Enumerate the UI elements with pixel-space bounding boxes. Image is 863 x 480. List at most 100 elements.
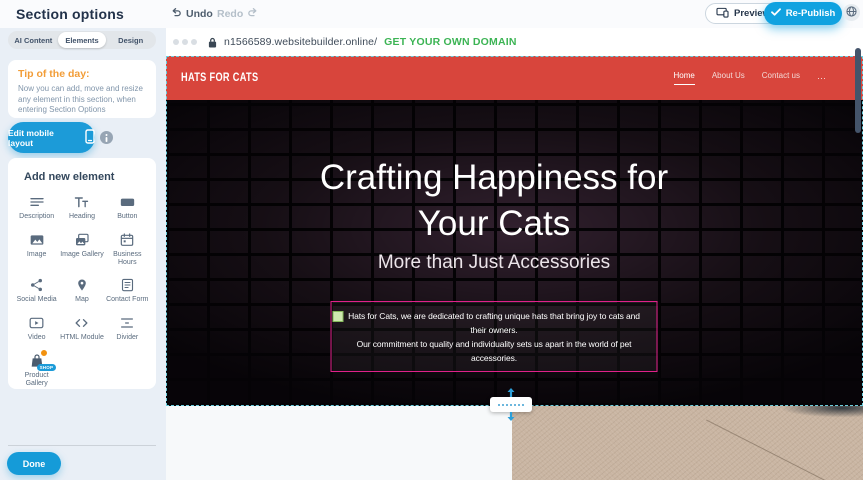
element-label: Contact Form (106, 296, 148, 304)
redo-icon (247, 7, 258, 21)
element-item-business-hours[interactable]: Business Hours (105, 232, 150, 267)
tab-elements[interactable]: Elements (58, 32, 107, 48)
element-grid: Description Heading Button Image Image G (14, 194, 150, 388)
shopping-bag-icon: SHOP (29, 353, 45, 369)
heading-icon (73, 194, 90, 210)
element-item-social-media[interactable]: Social Media (14, 277, 59, 305)
element-label: Product Gallery (15, 372, 59, 388)
phone-icon (85, 129, 95, 146)
calendar-icon (119, 232, 135, 248)
done-button[interactable]: Done (7, 452, 61, 475)
element-label: HTML Module (60, 334, 104, 342)
new-badge-dot (40, 349, 48, 357)
element-item-button[interactable]: Button (105, 194, 150, 222)
window-dot (191, 39, 197, 45)
lock-icon (208, 37, 217, 48)
edit-mobile-layout-button[interactable]: Edit mobile layout (8, 122, 95, 153)
info-icon (105, 129, 108, 147)
edit-mobile-label: Edit mobile layout (8, 128, 79, 148)
globe-button[interactable] (843, 4, 860, 21)
sidebar: AI Content Elements Design Tip of the da… (0, 28, 166, 480)
image-icon (29, 232, 45, 248)
element-item-heading[interactable]: Heading (59, 194, 104, 222)
tab-design[interactable]: Design (106, 32, 155, 48)
nav-more-button[interactable]: ⋯ (817, 73, 826, 84)
element-item-product-gallery[interactable]: SHOP Product Gallery (14, 353, 59, 388)
redo-label: Redo (217, 8, 243, 20)
tab-ai-content[interactable]: AI Content (9, 32, 58, 48)
scrollbar-thumb[interactable] (855, 48, 861, 133)
website-builder-app: Section options Undo Redo Preview Re-Pub… (0, 0, 863, 480)
hero-body-line: Our commitment to quality and individual… (340, 337, 649, 365)
republish-button[interactable]: Re-Publish (764, 2, 842, 25)
sidebar-tabs: AI Content Elements Design (8, 31, 156, 49)
browser-bar: n1566589.websitebuilder.online/ GET YOUR… (166, 28, 863, 56)
arrow-down-icon (507, 412, 516, 421)
button-shape-icon (119, 194, 136, 210)
element-label: Business Hours (105, 251, 149, 267)
element-item-description[interactable]: Description (14, 194, 59, 222)
text-lines-icon (29, 194, 45, 210)
undo-button[interactable]: Undo (171, 7, 213, 21)
carpet-photo (512, 406, 863, 480)
code-brackets-icon (73, 315, 90, 331)
tip-card: Tip of the day: Now you can add, move an… (8, 60, 156, 118)
nav-item-about-us[interactable]: About Us (712, 71, 745, 85)
divider-lines-icon (119, 315, 135, 331)
arrow-up-icon (507, 388, 516, 397)
element-label: Image Gallery (60, 251, 104, 259)
map-pin-icon (75, 277, 89, 293)
hero-headline[interactable]: Crafting Happiness for Your Cats (294, 155, 694, 247)
element-item-divider[interactable]: Divider (105, 315, 150, 343)
site-logo[interactable]: HATS FOR CATS (181, 72, 258, 84)
tip-title: Tip of the day: (18, 68, 146, 80)
video-player-icon (28, 315, 45, 331)
pavement-crack (706, 419, 858, 480)
nav-item-home[interactable]: Home (674, 71, 695, 85)
republish-label: Re-Publish (786, 8, 836, 19)
share-nodes-icon (29, 277, 44, 293)
element-item-image-gallery[interactable]: Image Gallery (59, 232, 104, 267)
editor-canvas: n1566589.websitebuilder.online/ GET YOUR… (166, 28, 863, 480)
get-domain-link[interactable]: GET YOUR OWN DOMAIN (384, 36, 517, 48)
hero-body-line: Hats for Cats, we are dedicated to craft… (340, 309, 649, 337)
element-label: Map (75, 296, 89, 304)
page-title: Section options (16, 6, 124, 22)
add-element-panel: Add new element Description Heading Butt… (8, 158, 156, 389)
shop-badge: SHOP (37, 364, 56, 371)
image-gallery-icon (74, 232, 90, 248)
site-preview: HATS FOR CATS Home About Us Contact us ⋯… (166, 56, 863, 406)
undo-label: Undo (186, 8, 213, 20)
hero-section[interactable]: Crafting Happiness for Your Cats More th… (166, 100, 863, 406)
form-lines-icon (120, 277, 135, 293)
tip-body: Now you can add, move and resize any ele… (18, 84, 146, 116)
site-header[interactable]: HATS FOR CATS Home About Us Contact us ⋯ (166, 56, 863, 100)
element-label: Description (19, 213, 54, 221)
site-url[interactable]: n1566589.websitebuilder.online/ (224, 36, 377, 48)
undo-icon (171, 7, 182, 21)
element-drag-handle[interactable] (333, 311, 344, 322)
element-item-contact-form[interactable]: Contact Form (105, 277, 150, 305)
nav-item-contact-us[interactable]: Contact us (762, 71, 800, 85)
element-label: Image (27, 251, 46, 259)
element-item-map[interactable]: Map (59, 277, 104, 305)
element-label: Social Media (17, 296, 57, 304)
element-label: Heading (69, 213, 95, 221)
element-label: Divider (116, 334, 138, 342)
section-resize-handle[interactable] (490, 397, 532, 412)
window-dot (182, 39, 188, 45)
hero-content: Crafting Happiness for Your Cats More th… (166, 100, 822, 406)
redo-button[interactable]: Redo (217, 7, 258, 21)
element-item-html-module[interactable]: HTML Module (59, 315, 104, 343)
site-nav: Home About Us Contact us ⋯ (674, 71, 827, 85)
add-element-title: Add new element (24, 171, 150, 183)
element-label: Button (117, 213, 137, 221)
grip-dots-icon (498, 404, 524, 406)
element-item-video[interactable]: Video (14, 315, 59, 343)
info-button[interactable] (100, 131, 113, 144)
globe-icon (846, 4, 857, 22)
window-dot (173, 39, 179, 45)
hero-text-box[interactable]: Hats for Cats, we are dedicated to craft… (331, 301, 658, 372)
hero-subheadline[interactable]: More than Just Accessories (166, 252, 822, 274)
element-item-image[interactable]: Image (14, 232, 59, 267)
